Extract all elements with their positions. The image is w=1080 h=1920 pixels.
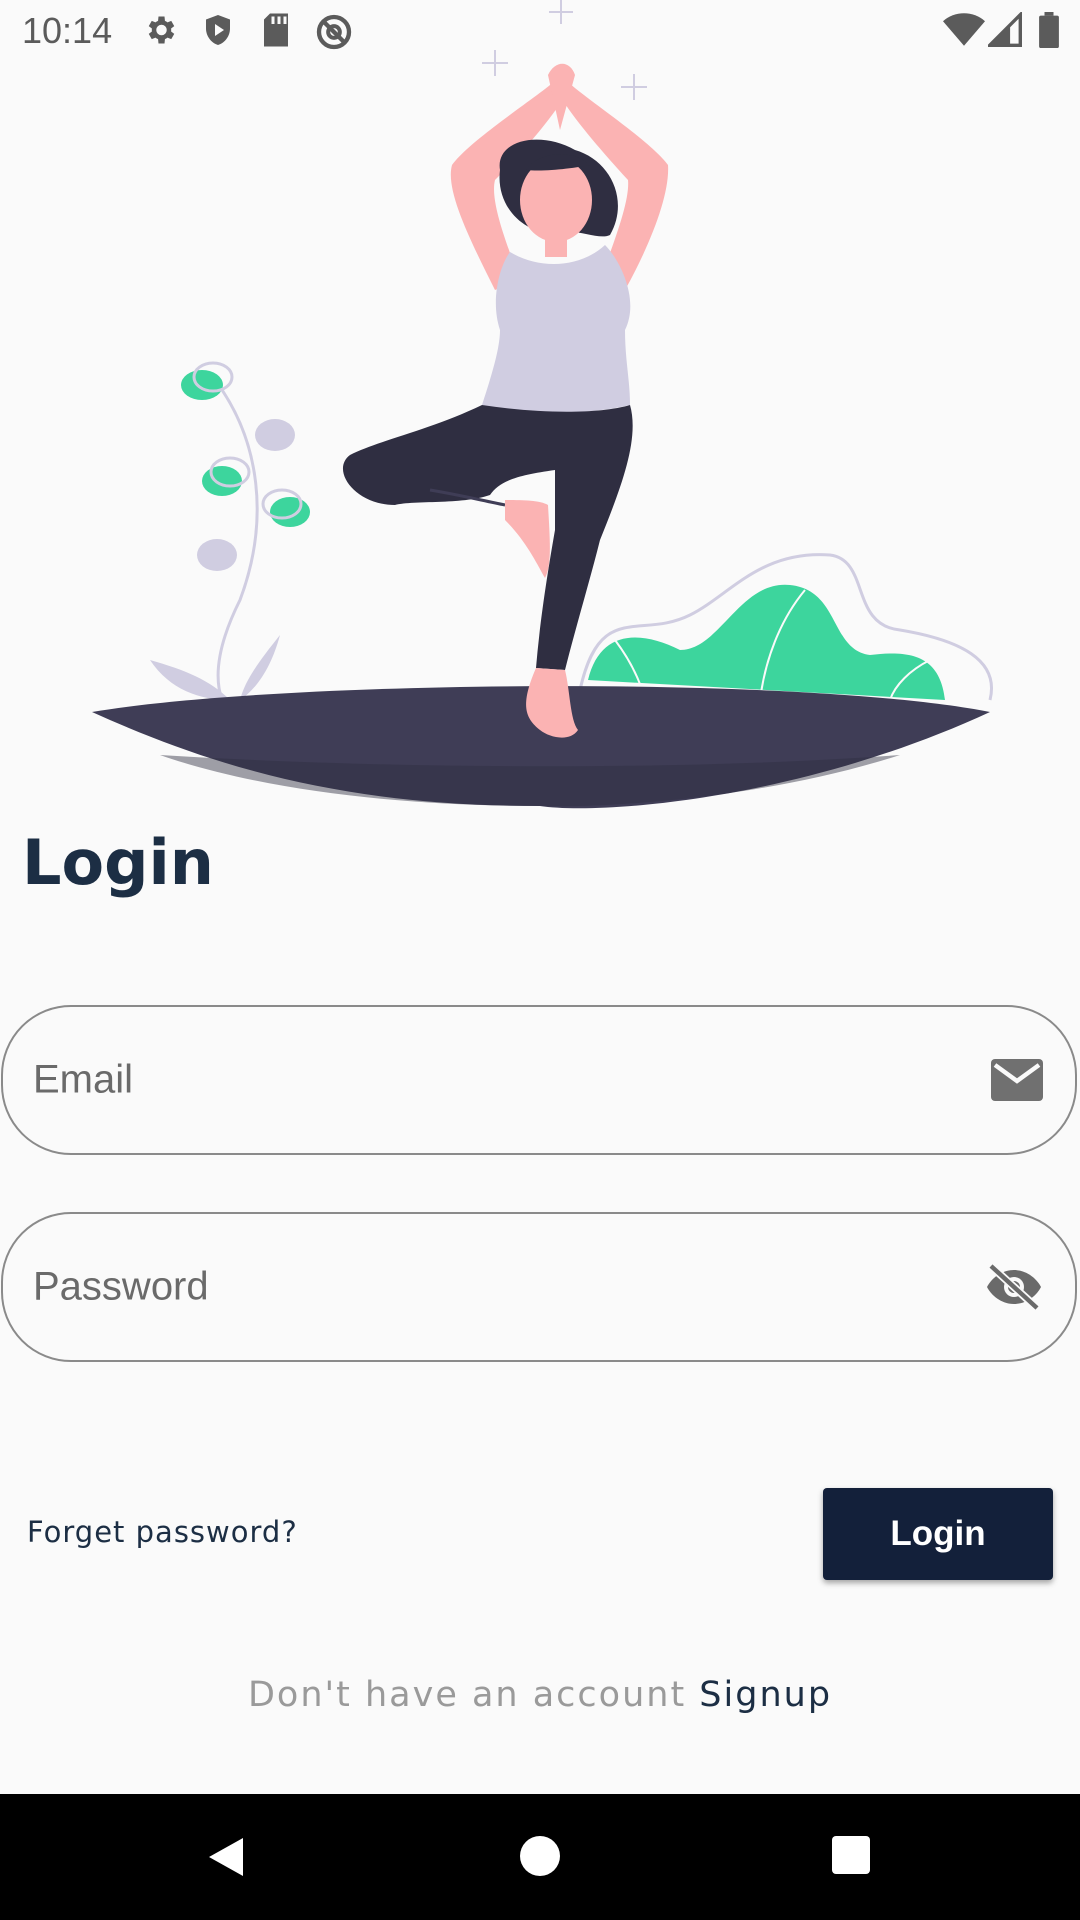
- yoga-illustration: [92, 0, 993, 809]
- signup-row: Don't have an account Signup: [0, 1675, 1080, 1715]
- visibility-off-icon[interactable]: [985, 1262, 1043, 1312]
- forget-password-link[interactable]: Forget password?: [27, 1515, 298, 1549]
- email-field[interactable]: Email: [1, 1005, 1077, 1155]
- password-field[interactable]: Password: [1, 1212, 1077, 1362]
- page-title: Login: [22, 826, 214, 899]
- password-placeholder: Password: [33, 1264, 209, 1309]
- yoga-woman: [342, 63, 669, 738]
- navigation-bar: [0, 1794, 1080, 1920]
- plant-left: [150, 361, 310, 701]
- mail-icon: [991, 1059, 1043, 1101]
- back-icon[interactable]: [203, 1834, 249, 1880]
- email-placeholder: Email: [33, 1057, 134, 1102]
- signup-prompt: Don't have an account: [247, 1675, 700, 1715]
- login-button[interactable]: Login: [823, 1488, 1053, 1580]
- recents-icon[interactable]: [830, 1834, 872, 1876]
- home-icon[interactable]: [518, 1834, 562, 1878]
- bush-right: [578, 553, 993, 701]
- signup-link[interactable]: Signup: [699, 1675, 832, 1715]
